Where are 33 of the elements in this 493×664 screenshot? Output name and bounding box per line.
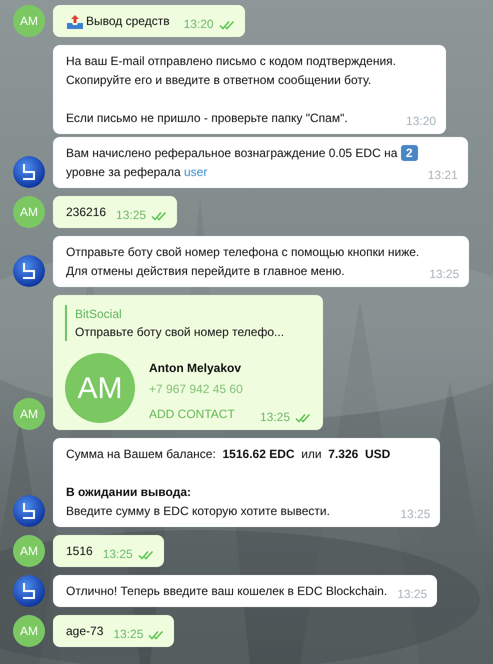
message-time: 13:25 (116, 207, 146, 224)
message-text: age-73 (66, 623, 104, 640)
bot-logo-icon[interactable] (13, 156, 45, 188)
message-text: Отправьте боту свой номер телефона с помощью кнопки ниже. Для отмены действия перейдите в главное меню. (66, 244, 420, 280)
user-link[interactable]: user (184, 165, 208, 179)
contact-name: Anton Melyakov (149, 360, 242, 377)
add-contact-button[interactable]: ADD CONTACT (149, 405, 235, 424)
bot-logo-icon[interactable] (13, 575, 45, 607)
message-time: 13:20 (406, 113, 436, 130)
bot-logo-icon[interactable] (13, 495, 45, 527)
number-badge: 2 (400, 145, 418, 161)
message-text: 236216 (66, 204, 106, 221)
tray-arrow-icon (66, 14, 84, 30)
message-text: Отлично! Теперь введите ваш кошелек в EDC Blockchain. (66, 583, 388, 600)
quote-author: BitSocial (75, 306, 123, 323)
message-time: 13:21 (428, 167, 458, 184)
message-text: Вывод средств (86, 13, 170, 30)
reply-quote[interactable]: BitSocial Отправьте боту свой номер телефо... (65, 305, 311, 341)
message-text: Сумма на Вашем балансе: 1516.62 EDC или 7.326 USD В ожидании вывода: Введите сумму в EDC которую хотите вывести. (66, 446, 390, 520)
contact-avatar: AM (65, 353, 135, 423)
message-text: Вам начислено реферальное вознаграждение 0.05 EDC на 2 уровне за реферала user (66, 144, 418, 182)
contact-phone: +7 967 942 45 60 (149, 381, 244, 398)
message-text: 1516 (66, 543, 93, 560)
bot-logo-icon[interactable] (13, 255, 45, 287)
message-time: 13:25 (397, 586, 428, 603)
message-time: 13:20 (184, 16, 214, 33)
message-time: 13:25 (260, 409, 290, 426)
message-time: 13:25 (102, 546, 133, 563)
quote-text: Отправьте боту свой номер телефо... (75, 324, 286, 341)
message-time: 13:25 (113, 626, 144, 643)
message-text: На ваш E-mail отправлено письмо с кодом подтверждения. Скопируйте его и введите в ответном сообщении боту. Если письмо не пришло - проверьте папку "Спам". (66, 53, 396, 127)
message-time: 13:25 (429, 266, 460, 283)
message-time: 13:25 (400, 506, 430, 523)
